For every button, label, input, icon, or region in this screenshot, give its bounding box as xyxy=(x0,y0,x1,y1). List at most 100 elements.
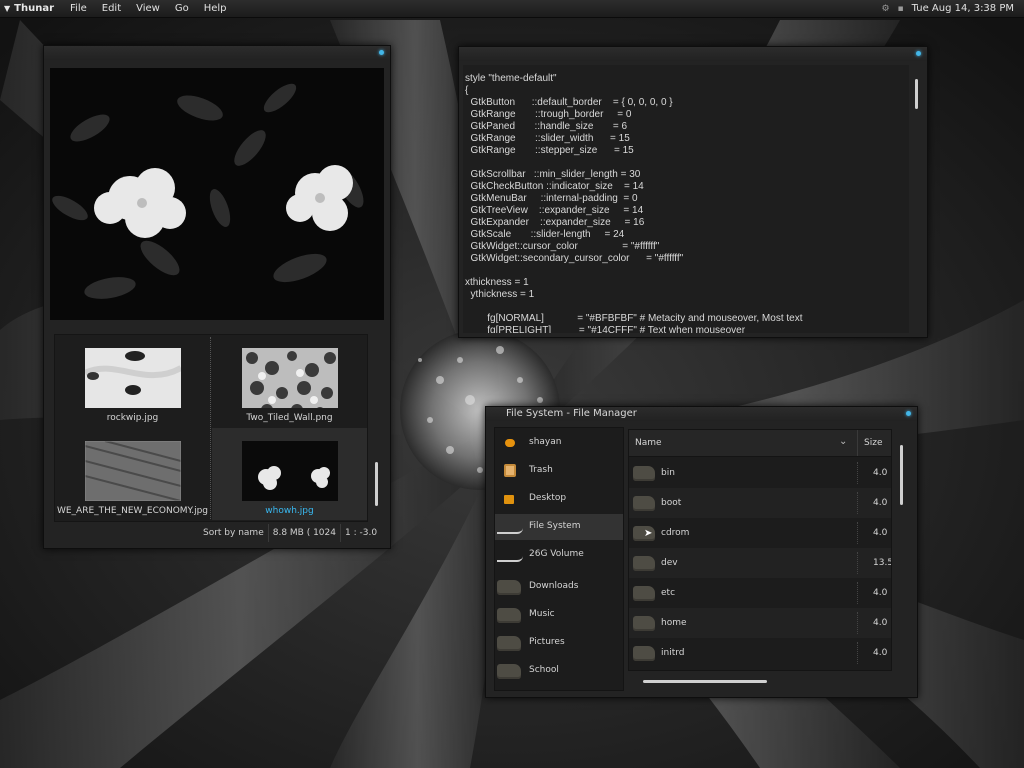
thumbnail-item[interactable]: rockwip.jpg xyxy=(55,335,210,427)
file-name: home xyxy=(661,618,687,628)
sidebar-item-label: School xyxy=(529,665,559,675)
file-list-vertical-scrollbar-thumb[interactable] xyxy=(900,445,903,505)
menu-edit[interactable]: Edit xyxy=(102,3,121,14)
thumbnail-image xyxy=(242,348,338,408)
thumbnail-image xyxy=(242,441,338,501)
file-size: 4.0 xyxy=(873,528,888,538)
thumbnail-caption: whowh.jpg xyxy=(265,506,314,516)
folder-icon xyxy=(633,466,655,481)
thumbnail-grid: rockwip.jpg Two_Tiled_Wall.png WE_ARE_TH… xyxy=(54,334,368,522)
window-close-icon[interactable] xyxy=(906,411,911,416)
sidebar-item-music[interactable]: Music xyxy=(495,602,623,628)
viewer-statusbar: Sort by name 8.8 MB ( 1024 1 : -3.0 xyxy=(199,524,386,542)
thumbnail-item[interactable]: WE_ARE_THE_NEW_ECONOMY.jpg xyxy=(55,428,210,520)
viewer-titlebar[interactable] xyxy=(44,46,390,60)
file-size: 4.0 xyxy=(873,498,888,508)
thumbnail-scrollbar[interactable] xyxy=(369,334,383,520)
folder-icon xyxy=(633,616,655,631)
menu-bar: File Edit View Go Help xyxy=(70,3,242,14)
column-header-size[interactable]: Size xyxy=(857,430,882,456)
thumbnail-caption: WE_ARE_THE_NEW_ECONOMY.jpg xyxy=(56,506,209,516)
volume-icon[interactable]: ▪ xyxy=(898,4,904,14)
file-list-header: Name ⌄ Size xyxy=(629,430,891,457)
file-name: etc xyxy=(661,588,676,598)
menu-go[interactable]: Go xyxy=(175,3,189,14)
file-name: boot xyxy=(661,498,682,508)
sidebar-item-desktop[interactable]: Desktop xyxy=(495,486,623,512)
thumbnail-caption: Two_Tiled_Wall.png xyxy=(246,413,333,423)
file-size: 13.5 xyxy=(873,558,892,568)
terminal-scrollbar-thumb[interactable] xyxy=(915,79,918,109)
folder-icon xyxy=(497,636,521,651)
sidebar-item-label: Trash xyxy=(529,465,553,475)
sidebar-item-label: Desktop xyxy=(529,493,567,503)
panel-clock[interactable]: Tue Aug 14, 3:38 PM xyxy=(912,3,1014,14)
file-list-horizontal-scrollbar-thumb[interactable] xyxy=(643,680,767,683)
sidebar-item-label: 26G Volume xyxy=(529,549,584,559)
thumbnail-image xyxy=(85,441,181,501)
sidebar-item-label: Downloads xyxy=(529,581,579,591)
file-name: cdrom xyxy=(661,528,690,538)
terminal-text: style "theme-default" { GtkButton ::defa… xyxy=(465,73,803,333)
system-tray: ⚙ ▪ Tue Aug 14, 3:38 PM xyxy=(881,3,1024,14)
thumbnail-item-selected[interactable]: whowh.jpg xyxy=(212,428,367,520)
file-name: bin xyxy=(661,468,675,478)
top-panel: ▼ Thunar File Edit View Go Help ⚙ ▪ Tue … xyxy=(0,0,1024,18)
sidebar-item-trash[interactable]: Trash xyxy=(495,458,623,484)
folder-icon xyxy=(497,664,521,679)
flower-photo xyxy=(50,68,384,320)
file-row[interactable]: ➤ cdrom 4.0 xyxy=(629,518,891,548)
terminal-window: style "theme-default" { GtkButton ::defa… xyxy=(458,46,928,338)
folder-icon xyxy=(497,608,521,623)
sidebar-item-pictures[interactable]: Pictures xyxy=(495,630,623,656)
window-close-icon[interactable] xyxy=(916,51,921,56)
sidebar-item-downloads[interactable]: Downloads xyxy=(495,574,623,600)
file-row[interactable]: bin 4.0 xyxy=(629,458,891,488)
file-manager-titlebar[interactable]: File System - File Manager xyxy=(486,407,917,421)
sidebar-item-label: Pictures xyxy=(529,637,565,647)
column-header-name[interactable]: Name xyxy=(635,438,662,448)
folder-icon xyxy=(633,586,655,601)
menu-file[interactable]: File xyxy=(70,3,87,14)
sidebar-item-school[interactable]: School xyxy=(495,658,623,684)
terminal-titlebar[interactable] xyxy=(459,47,927,61)
app-name: Thunar xyxy=(14,3,55,14)
folder-icon xyxy=(633,496,655,511)
sidebar-item-label: shayan xyxy=(529,437,562,447)
terminal-body[interactable]: style "theme-default" { GtkButton ::defa… xyxy=(463,65,909,333)
desktop-icon xyxy=(501,492,514,504)
menu-help[interactable]: Help xyxy=(204,3,227,14)
scrollbar-thumb[interactable] xyxy=(375,462,378,506)
mouse-pointer-icon: ➤ xyxy=(644,528,653,539)
sort-status[interactable]: Sort by name xyxy=(199,524,269,542)
image-size-status: 8.8 MB ( 1024 xyxy=(269,524,341,542)
file-name: dev xyxy=(661,558,678,568)
image-preview xyxy=(50,68,384,320)
file-size: 4.0 xyxy=(873,468,888,478)
chevron-down-icon[interactable]: ⌄ xyxy=(839,436,847,447)
sidebar-item-26g-volume[interactable]: 26G Volume xyxy=(495,542,623,568)
sidebar-item-file-system[interactable]: File System xyxy=(495,514,623,540)
window-close-icon[interactable] xyxy=(379,50,384,55)
sidebar-item-label: File System xyxy=(529,521,581,531)
file-row[interactable]: initrd 4.0 xyxy=(629,638,891,668)
sidebar-item-label: Music xyxy=(529,609,555,619)
file-row[interactable]: dev 13.5 xyxy=(629,548,891,578)
network-icon[interactable]: ⚙ xyxy=(881,4,889,14)
trash-icon xyxy=(501,464,516,477)
file-row[interactable]: home 4.0 xyxy=(629,608,891,638)
triangle-down-icon: ▼ xyxy=(4,4,11,13)
drive-icon xyxy=(497,548,523,562)
thumbnail-image xyxy=(85,348,181,408)
zoom-status: 1 : -3.0 xyxy=(345,528,378,538)
image-viewer-window: rockwip.jpg Two_Tiled_Wall.png WE_ARE_TH… xyxy=(43,45,391,549)
file-row[interactable]: etc 4.0 xyxy=(629,578,891,608)
sidebar-item-shayan[interactable]: shayan xyxy=(495,430,623,456)
places-sidebar: shayan Trash Desktop File System 26G Vol… xyxy=(494,427,624,691)
folder-icon xyxy=(633,646,655,661)
thumbnail-item[interactable]: Two_Tiled_Wall.png xyxy=(212,335,367,427)
app-menu-button[interactable]: ▼ Thunar xyxy=(0,3,54,14)
file-row[interactable]: boot 4.0 xyxy=(629,488,891,518)
file-size: 4.0 xyxy=(873,648,888,658)
menu-view[interactable]: View xyxy=(136,3,160,14)
